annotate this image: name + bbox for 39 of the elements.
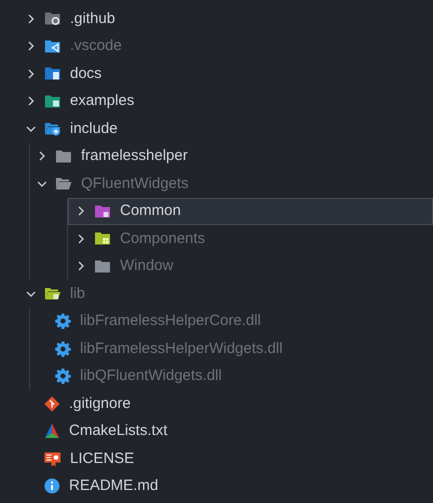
tree-item[interactable]: docs [2,60,433,88]
chevron-icon [26,68,36,79]
folder-icon [44,66,61,82]
tree-item[interactable]: examples [2,88,433,115]
info-icon [44,478,60,494]
gear-icon [55,313,71,330]
folder-icon [94,258,111,274]
folder-icon [44,94,61,109]
folder-icon [44,38,61,54]
tree-item[interactable]: README.md [2,472,433,500]
tree-item[interactable]: CmakeLists.txt [2,418,433,445]
git-icon [44,396,60,412]
tree-item[interactable]: .github [2,5,433,32]
folder-icon [44,11,61,26]
tree-item[interactable]: framelesshelper [30,142,433,170]
chevron-icon [26,41,36,52]
gear-icon [55,368,71,384]
gear-icon [55,340,71,357]
folder-icon [94,231,111,246]
chevron-icon [76,261,86,272]
chevron-icon [26,288,36,299]
chevron-icon [37,151,47,162]
tree-item[interactable]: .gitignore [2,390,433,418]
folder-icon [55,148,72,164]
folder-icon [94,204,111,219]
chevron-icon [76,234,86,244]
chevron-icon [37,178,47,189]
chevron-icon [26,124,36,134]
chevron-icon [26,96,36,106]
folder-icon [44,286,61,302]
tree-item[interactable]: Common [68,198,433,225]
folder-icon [44,121,61,136]
chevron-icon [26,14,36,24]
triangle-icon [44,423,60,440]
tree-item[interactable]: include [2,115,433,142]
chevron-icon [76,206,86,216]
folder-icon [55,176,72,192]
certificate-icon [44,450,61,467]
tree-item[interactable]: LICENSE [2,445,433,472]
